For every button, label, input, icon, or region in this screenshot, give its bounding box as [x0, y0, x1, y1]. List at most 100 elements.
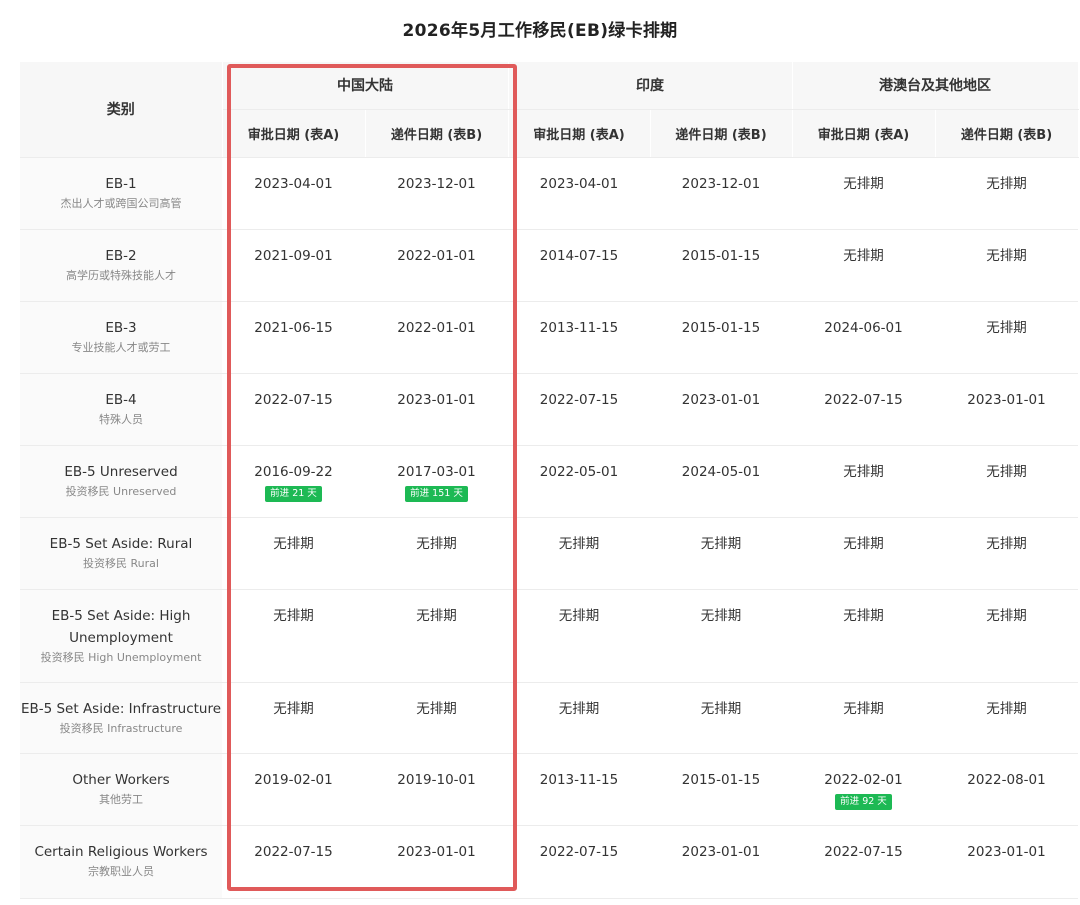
date-cell: 2015-01-15 [650, 301, 792, 374]
date-value: 无排期 [416, 535, 457, 552]
category-cell: EB-5 Set Aside: Rural 投资移民 Rural [20, 517, 222, 590]
date-cell: 2023-01-01 [935, 825, 1078, 899]
date-value: 无排期 [416, 700, 457, 717]
date-value: 无排期 [986, 319, 1027, 336]
date-value: 无排期 [986, 700, 1027, 717]
date-cell: 无排期 [650, 682, 792, 754]
date-value: 无排期 [273, 535, 314, 552]
date-cell: 无排期 [935, 517, 1078, 590]
table-b-header: 递件日期 (表B) [650, 109, 793, 158]
date-cell: 2024-05-01 [650, 445, 792, 518]
category-cell: EB-5 Set Aside: High Unemployment 投资移民 Hi… [20, 589, 222, 683]
category-description: 宗教职业人员 [88, 864, 154, 878]
date-value: 无排期 [843, 175, 884, 192]
date-value: 无排期 [700, 700, 742, 717]
category-name: EB-5 Set Aside: High Unemployment [51, 607, 191, 646]
category-description: 投资移民 High Unemployment [40, 650, 202, 664]
date-cell: 2022-07-15 [792, 825, 935, 899]
date-cell: 无排期 [365, 589, 508, 683]
date-cell: 无排期 [792, 517, 935, 590]
category-cell: EB-2 高学历或特殊技能人才 [20, 229, 222, 302]
date-value: 2022-08-01 [967, 771, 1046, 788]
date-cell: 2019-02-01 [222, 753, 365, 826]
date-cell: 无排期 [508, 589, 650, 683]
category-name: Certain Religious Workers [34, 843, 208, 860]
date-cell: 2019-10-01 [365, 753, 508, 826]
category-description: 投资移民 Unreserved [65, 484, 177, 498]
category-header: 类别 [20, 62, 223, 158]
category-cell: Certain Religious Workers 宗教职业人员 [20, 825, 222, 899]
date-cell: 无排期 [792, 589, 935, 683]
table-row: EB-4 特殊人员 2022-07-15 2023-01-01 2022-07-15 20… [20, 373, 1078, 446]
date-value: 无排期 [843, 463, 884, 480]
table-a-header: 审批日期 (表A) [792, 109, 936, 158]
table-row: EB-5 Unreserved 投资移民 Unreserved 2016-09-22… [20, 445, 1078, 518]
category-name: EB-4 [105, 391, 137, 408]
date-value: 2023-01-01 [967, 843, 1046, 860]
category-description: 杰出人才或跨国公司高管 [60, 196, 182, 210]
date-value: 2022-07-15 [824, 843, 903, 860]
category-cell: EB-1 杰出人才或跨国公司高管 [20, 157, 222, 230]
table-a-header: 审批日期 (表A) [508, 109, 651, 158]
table-row: EB-1 杰出人才或跨国公司高管 2023-04-01 2023-12-01 2023-… [20, 157, 1078, 230]
date-value: 2023-12-01 [681, 175, 761, 192]
date-cell: 2015-01-15 [650, 229, 792, 302]
date-cell: 2022-05-01 [508, 445, 650, 518]
date-value: 2015-01-15 [681, 771, 761, 788]
date-cell: 2021-09-01 [222, 229, 365, 302]
date-value: 2023-01-01 [967, 391, 1046, 408]
date-value: 2023-04-01 [254, 175, 333, 192]
category-name: EB-1 [105, 175, 137, 192]
date-cell: 2022-01-01 [365, 301, 508, 374]
date-cell: 2013-11-15 [508, 753, 650, 826]
date-value: 2022-07-15 [824, 391, 903, 408]
date-cell: 2013-11-15 [508, 301, 650, 374]
category-description: 投资移民 Infrastructure [59, 721, 183, 735]
date-cell: 2022-07-15 [222, 373, 365, 446]
date-value: 无排期 [986, 463, 1027, 480]
date-value: 无排期 [986, 247, 1027, 264]
date-cell: 无排期 [365, 682, 508, 754]
date-cell: 无排期 [650, 589, 792, 683]
category-description: 投资移民 Rural [83, 556, 159, 570]
date-cell: 2024-06-01 [792, 301, 935, 374]
date-value: 无排期 [843, 700, 884, 717]
category-cell: EB-5 Unreserved 投资移民 Unreserved [20, 445, 222, 518]
header-row-regions: 类别 中国大陆 印度 港澳台及其他地区 [20, 62, 1079, 158]
advance-badge: 前进 92 天 [835, 793, 892, 810]
category-cell: EB-5 Set Aside: Infrastructure 投资移民 Infra… [20, 682, 222, 754]
date-cell: 2023-01-01 [365, 373, 508, 446]
date-value: 2024-05-01 [681, 463, 761, 480]
date-value: 2022-07-15 [539, 391, 619, 408]
date-cell: 2016-09-22 前进 21 天 [222, 445, 365, 518]
table-body: EB-1 杰出人才或跨国公司高管 2023-04-01 2023-12-01 2023-… [20, 157, 1078, 899]
date-value: 2022-07-15 [254, 391, 333, 408]
date-cell: 2022-07-15 [792, 373, 935, 446]
date-cell: 2022-01-01 [365, 229, 508, 302]
date-value: 2023-01-01 [397, 391, 476, 408]
date-cell: 2017-03-01 前进 151 天 [365, 445, 508, 518]
date-cell: 2022-07-15 [222, 825, 365, 899]
date-cell: 无排期 [792, 445, 935, 518]
date-cell: 2023-01-01 [650, 373, 792, 446]
date-value: 无排期 [558, 535, 600, 552]
category-description: 其他劳工 [99, 792, 143, 806]
table-a-header: 审批日期 (表A) [222, 109, 366, 158]
category-name: EB-5 Unreserved [64, 463, 178, 480]
date-value: 2022-01-01 [397, 247, 476, 264]
date-cell: 无排期 [365, 517, 508, 590]
date-value: 2023-12-01 [397, 175, 476, 192]
date-value: 2022-02-01 [824, 771, 903, 788]
category-description: 特殊人员 [99, 412, 143, 426]
date-value: 2013-11-15 [539, 771, 619, 788]
visa-bulletin-table: 类别 中国大陆 印度 港澳台及其他地区 审批日期 (表A) 递件日期 (表B) … [20, 62, 1079, 899]
date-cell: 2022-07-15 [508, 373, 650, 446]
date-value: 无排期 [273, 700, 314, 717]
date-value: 无排期 [700, 535, 742, 552]
date-value: 无排期 [273, 607, 314, 624]
date-cell: 无排期 [792, 157, 935, 230]
date-cell: 无排期 [935, 229, 1078, 302]
date-value: 2016-09-22 [254, 463, 333, 480]
category-name: Other Workers [72, 771, 170, 788]
date-cell: 无排期 [222, 682, 365, 754]
